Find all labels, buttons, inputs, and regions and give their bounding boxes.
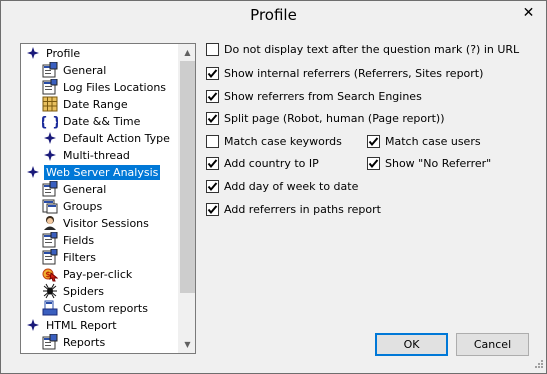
diamond-icon [25,45,41,61]
tree-item[interactable]: Reports [42,334,107,350]
checkbox-checked[interactable] [206,202,219,216]
checkbox-checked[interactable] [206,89,219,103]
settings-tree[interactable]: Profile General Log Files Locations Date Ra… [20,43,196,354]
tree-items: Profile General Log Files Locations Date Ra… [21,44,179,353]
checkbox-checked[interactable] [206,66,219,80]
checkbox-checked[interactable] [206,179,219,193]
checkbox-checked[interactable] [367,134,380,148]
option-label: Do not display text after the question m… [224,42,520,56]
diamond-icon [25,317,41,333]
checkbox-unchecked[interactable] [206,42,219,56]
tree-item[interactable]: { } Date && Time [42,113,142,130]
option-checkbox-row[interactable]: Show "No Referrer" [367,155,491,171]
tree-item[interactable]: Filters [42,249,98,265]
tree-item[interactable]: General [42,181,108,197]
checkbox-checked[interactable] [206,156,219,170]
option-checkbox-row[interactable]: Show referrers from Search Engines [206,88,422,104]
tree-item-label: Date Range [63,97,128,111]
tree-item[interactable]: Default Action Type [42,130,172,146]
checkbox-unchecked[interactable] [206,134,219,148]
tree-item-label: Fields [63,233,95,247]
tree-item[interactable]: Custom reports [42,300,150,316]
checkbox-checked[interactable] [206,111,219,125]
tree-item[interactable]: Web Server Analysis [25,164,161,180]
tree-item[interactable]: Multi-thread [42,147,132,163]
general-settings-icon [42,62,58,78]
log-files-icon [42,79,58,95]
tree-item[interactable]: General [42,62,108,78]
tree-item[interactable]: Fields [42,232,96,248]
tree-item-label: Pay-per-click [63,267,133,281]
spider-icon [42,283,58,299]
tree-item-label: Profile [46,46,81,60]
tree-item-label: Visitor Sessions [63,216,149,230]
window-title: Profile [250,6,297,24]
option-checkbox-row[interactable]: Add day of week to date [206,178,358,194]
groups-icon [42,198,58,214]
option-label: Show "No Referrer" [385,156,492,170]
tree-item-label: Reports [63,335,106,349]
diamond-icon [25,164,41,180]
tree-item-label: Default Action Type [63,131,170,145]
fields-icon [42,232,58,248]
tree-item[interactable]: Groups [42,198,104,214]
diamond-icon [42,130,58,146]
scroll-up-arrow-icon[interactable]: ▲ [179,44,195,61]
custom-reports-icon [42,300,58,316]
option-checkbox-row[interactable]: Do not display text after the question m… [206,41,519,57]
option-label: Split page (Robot, human (Page report)) [224,111,445,125]
svg-text:{ }: { } [42,115,58,129]
tree-scrollbar[interactable]: ▲ ▼ [178,44,195,353]
filters-icon [42,249,58,265]
tree-item-label: General [63,182,107,196]
option-label: Add day of week to date [224,179,359,193]
close-icon: ✕ [522,4,535,21]
tree-item-label: Log Files Locations [63,80,167,94]
general-settings-icon [42,334,58,350]
calendar-grid-icon [42,96,58,112]
ok-button[interactable]: OK [375,333,448,356]
scroll-thumb[interactable] [180,61,195,293]
tree-item-label: Multi-thread [63,148,130,162]
tree-item-label: HTML Report [46,318,117,332]
option-checkbox-row[interactable]: Add referrers in paths report [206,201,381,217]
scroll-down-arrow-icon[interactable]: ▼ [179,336,195,353]
tree-item[interactable]: Visitor Sessions [42,215,151,231]
tree-item-label: Filters [63,250,96,264]
resize-grip-icon[interactable] [532,359,544,371]
tree-item-label: General [63,63,107,77]
title-bar: Profile ✕ [1,1,546,31]
option-label: Add country to IP [224,156,319,170]
general-settings-icon [42,181,58,197]
tree-item-label: Custom reports [63,301,148,315]
profile-dialog: Profile ✕ Profile General Log Files Locati… [0,0,547,374]
tree-item-label: Date && Time [63,114,141,128]
option-label: Match case keywords [224,134,342,148]
visitor-icon [42,215,58,231]
option-checkbox-row[interactable]: Split page (Robot, human (Page report)) [206,110,445,126]
tree-item-label: Spiders [63,284,105,298]
tree-item[interactable]: Profile [25,45,82,61]
tree-item[interactable]: HTML Report [25,317,119,333]
close-button[interactable]: ✕ [512,2,545,23]
option-checkbox-row[interactable]: Add country to IP [206,155,319,171]
tree-item[interactable]: $ Pay-per-click [42,266,134,282]
tree-item[interactable]: Date Range [42,96,130,112]
cancel-button[interactable]: Cancel [456,333,529,356]
braces-icon: { } [42,113,58,129]
tree-item-label: Groups [63,199,103,213]
option-checkbox-row[interactable]: Show internal referrers (Referrers, Site… [206,65,483,81]
tree-item[interactable]: Spiders [42,283,106,299]
checkbox-checked[interactable] [367,156,380,170]
tree-item-label: Web Server Analysis [44,164,161,180]
option-label: Add referrers in paths report [224,202,381,216]
option-label: Show referrers from Search Engines [224,89,422,103]
tree-item[interactable]: Log Files Locations [42,79,168,95]
diamond-icon [42,147,58,163]
option-checkbox-row[interactable]: Match case keywords [206,133,342,149]
option-checkbox-row[interactable]: Match case users [367,133,481,149]
option-label: Match case users [385,134,481,148]
pay-per-click-icon: $ [42,266,58,282]
option-label: Show internal referrers (Referrers, Site… [224,66,484,80]
